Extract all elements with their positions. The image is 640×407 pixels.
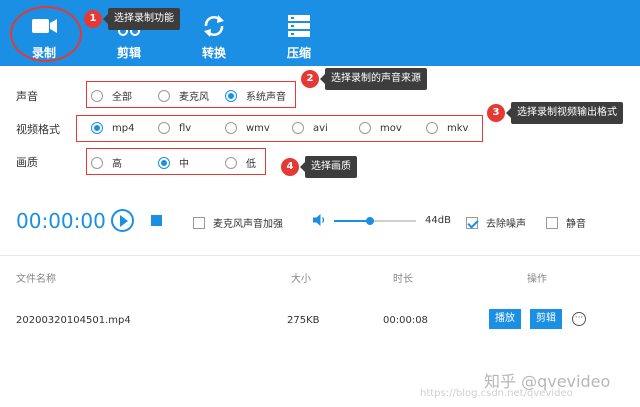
sound-option-mic[interactable]: 麦克风 <box>158 88 209 103</box>
volume-slider-fill <box>334 220 371 222</box>
edit-tab-label: 剪辑 <box>116 46 141 60</box>
volume-slider-handle[interactable] <box>366 217 375 225</box>
checkbox-icon <box>546 216 558 229</box>
annotation-badge-3: 3 <box>487 104 505 122</box>
quality-option-low[interactable]: 低 <box>225 155 256 170</box>
radio-icon <box>426 122 438 134</box>
format-option-flv[interactable]: flv <box>158 122 191 134</box>
file-duration: 00:00:08 <box>383 315 428 326</box>
format-highlight-box <box>76 115 483 142</box>
radio-icon <box>158 122 170 134</box>
radio-selected-icon <box>158 156 170 169</box>
recording-timer: 00:00:00 <box>16 209 106 233</box>
sound-option-all[interactable]: 全部 <box>91 88 132 103</box>
format-option-mp4[interactable]: mp4 <box>91 122 134 134</box>
record-highlight-ellipse <box>10 6 82 62</box>
denoise-checkbox[interactable]: 去除噪声 <box>466 215 526 230</box>
radio-icon <box>91 156 103 169</box>
play-file-button[interactable]: 播放 <box>489 309 521 329</box>
watermark-url: https://blog.csdn.net/qvevideo <box>420 388 573 399</box>
sound-label: 声音 <box>16 90 38 103</box>
annotation-badge-2: 2 <box>301 70 319 88</box>
divider <box>0 255 640 256</box>
format-option-wmv[interactable]: wmv <box>225 122 270 134</box>
annotation-tooltip-2: 选择录制的声音来源 <box>320 68 427 90</box>
format-option-mov[interactable]: mov <box>359 122 402 134</box>
edit-file-button[interactable]: 剪辑 <box>530 309 562 329</box>
quality-label: 画质 <box>16 156 38 169</box>
play-button[interactable] <box>111 209 134 232</box>
radio-icon <box>225 156 237 169</box>
format-option-mkv[interactable]: mkv <box>426 122 468 134</box>
annotation-badge-4: 4 <box>281 158 299 176</box>
convert-tab-label: 转换 <box>201 46 226 60</box>
radio-icon <box>91 89 103 102</box>
column-header-size: 大小 <box>291 274 311 285</box>
file-name: 20200320104501.mp4 <box>16 315 131 326</box>
checkbox-checked-icon <box>466 216 478 229</box>
quality-option-medium[interactable]: 中 <box>158 155 189 170</box>
stop-button[interactable] <box>151 215 162 226</box>
speaker-icon[interactable] <box>312 213 326 227</box>
column-header-name: 文件名称 <box>16 274 56 285</box>
volume-value: 44dB <box>425 215 451 226</box>
format-option-avi[interactable]: avi <box>292 122 328 134</box>
file-size: 275KB <box>287 315 320 326</box>
radio-icon <box>359 122 371 134</box>
compress-tab[interactable]: 压缩 <box>269 0 329 66</box>
more-options-icon[interactable]: ··· <box>572 312 586 326</box>
quality-option-high[interactable]: 高 <box>91 155 122 170</box>
mic-boost-checkbox[interactable]: 麦克风声音加强 <box>193 215 283 230</box>
format-label: 视频格式 <box>16 123 60 136</box>
column-header-actions: 操作 <box>527 274 547 285</box>
annotation-badge-1: 1 <box>84 10 102 28</box>
compress-icon <box>288 15 310 37</box>
column-header-duration: 时长 <box>393 274 413 285</box>
compress-tab-label: 压缩 <box>286 46 311 60</box>
radio-icon <box>225 122 237 134</box>
annotation-tooltip-1: 选择录制功能 <box>103 8 180 30</box>
annotation-tooltip-4: 选择画质 <box>300 156 357 178</box>
radio-selected-icon <box>91 122 103 134</box>
radio-icon <box>158 89 170 102</box>
annotation-tooltip-3: 选择录制视频输出格式 <box>506 102 623 124</box>
volume-slider[interactable] <box>334 217 416 225</box>
convert-tab[interactable]: 转换 <box>184 0 244 66</box>
checkbox-icon <box>193 216 205 229</box>
convert-icon <box>204 15 224 37</box>
mute-checkbox[interactable]: 静音 <box>546 215 586 230</box>
radio-selected-icon <box>225 89 237 102</box>
radio-icon <box>292 122 304 134</box>
sound-option-system[interactable]: 系统声音 <box>225 88 286 103</box>
